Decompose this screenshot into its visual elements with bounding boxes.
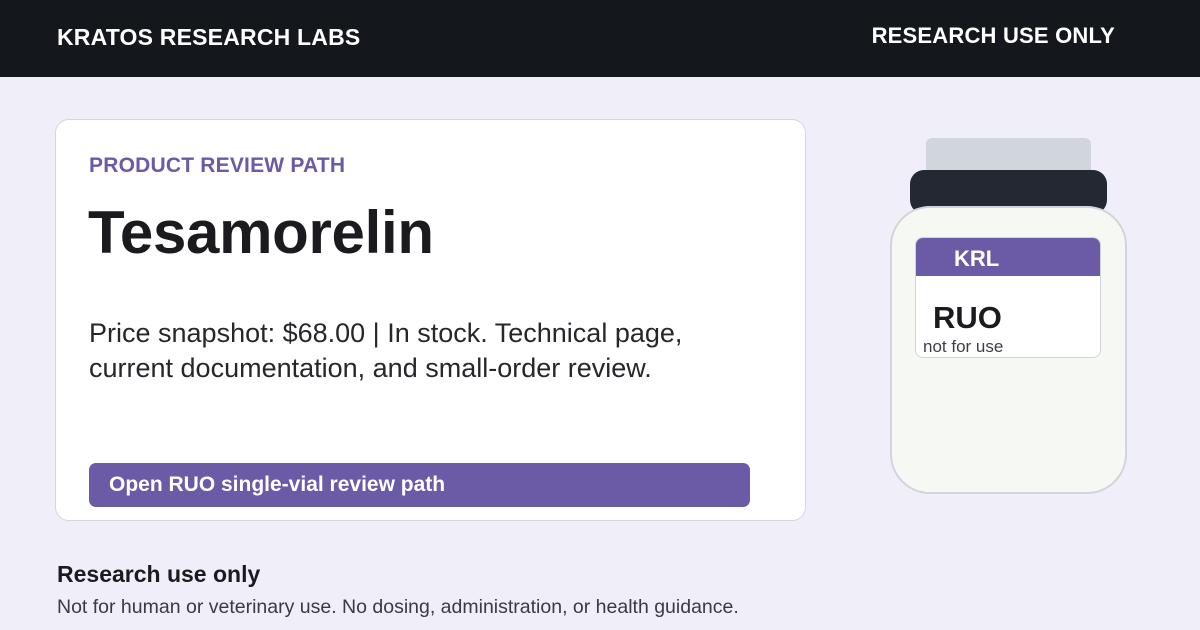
vial-label: KRL RUO not for use xyxy=(915,237,1101,358)
page: KRATOS RESEARCH LABS RESEARCH USE ONLY P… xyxy=(0,0,1200,630)
research-use-notice: RESEARCH USE ONLY xyxy=(871,23,1115,48)
vial-label-brand: KRL xyxy=(954,246,1000,271)
disclaimer-title: Research use only xyxy=(57,561,261,587)
vial-label-band xyxy=(916,238,1100,276)
open-review-path-button[interactable]: Open RUO single-vial review path xyxy=(89,463,750,507)
brand-name[interactable]: KRATOS RESEARCH LABS xyxy=(57,24,360,51)
vial-label-ruo: RUO xyxy=(933,300,1002,335)
product-card: PRODUCT REVIEW PATH Tesamorelin Price sn… xyxy=(55,119,806,521)
price-snapshot: Price snapshot: $68.00 | In stock. Techn… xyxy=(89,318,683,383)
card-eyebrow: PRODUCT REVIEW PATH xyxy=(89,154,346,177)
disclaimer-text: Not for human or veterinary use. No dosi… xyxy=(57,596,739,618)
product-title: Tesamorelin xyxy=(88,199,434,266)
top-header: KRATOS RESEARCH LABS RESEARCH USE ONLY xyxy=(0,0,1200,77)
vial-illustration: KRL RUO not for use xyxy=(890,138,1127,494)
vial-label-note: not for use xyxy=(923,337,1004,356)
